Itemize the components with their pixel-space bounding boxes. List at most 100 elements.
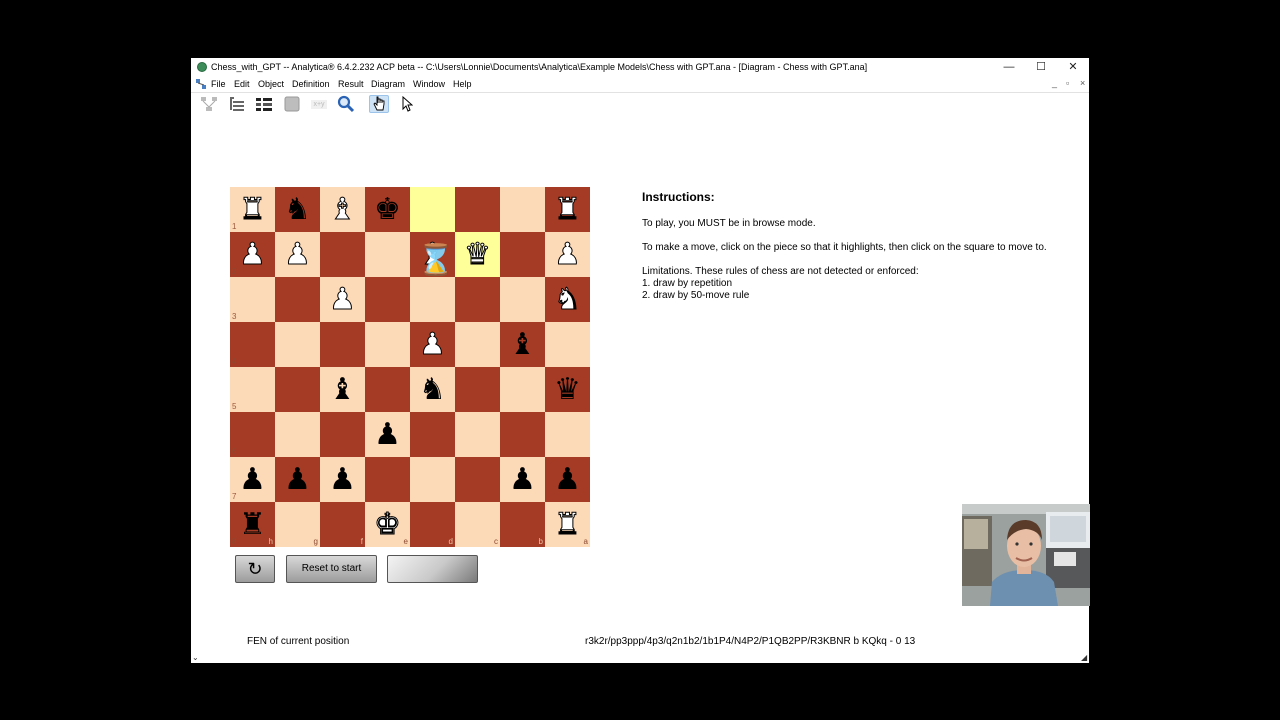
hierarchy-icon[interactable] <box>199 95 219 113</box>
board-square[interactable] <box>455 277 500 322</box>
board-square[interactable]: ♝ <box>500 322 545 367</box>
board-square[interactable]: ♞ <box>275 187 320 232</box>
reset-to-start-button[interactable]: Reset to start <box>286 555 377 583</box>
board-square[interactable]: ♞ <box>545 277 590 322</box>
board-square[interactable]: c <box>455 502 500 547</box>
board-square[interactable] <box>275 412 320 457</box>
undo-move-button[interactable]: ↻ <box>235 555 275 583</box>
chess-piece[interactable]: ♟ <box>365 412 410 457</box>
maximize-window-button[interactable]: ☐ <box>1025 58 1057 76</box>
board-square[interactable]: ♟ <box>275 232 320 277</box>
mdi-restore-button[interactable]: ▫ <box>1066 78 1069 88</box>
board-square[interactable] <box>320 232 365 277</box>
board-square[interactable] <box>275 277 320 322</box>
board-square[interactable]: ♟ <box>545 232 590 277</box>
board-square[interactable] <box>500 277 545 322</box>
chess-piece[interactable]: ♟ <box>500 457 545 502</box>
chess-piece[interactable]: ♚ <box>365 187 410 232</box>
board-square[interactable]: b <box>500 502 545 547</box>
board-square[interactable]: ♚ e <box>365 502 410 547</box>
board-square[interactable] <box>500 232 545 277</box>
board-square[interactable]: ♜ 1 <box>230 187 275 232</box>
chess-piece[interactable]: ♟ <box>230 457 275 502</box>
board-square[interactable]: ♜ <box>545 187 590 232</box>
minimize-window-button[interactable]: — <box>993 58 1025 76</box>
chess-piece[interactable]: ♟ <box>545 457 590 502</box>
chess-piece[interactable]: ♟ <box>275 457 320 502</box>
board-square[interactable] <box>455 412 500 457</box>
chess-piece[interactable]: ♝ <box>320 187 365 232</box>
board-square[interactable]: 6 <box>230 412 275 457</box>
menu-edit[interactable]: Edit <box>234 79 250 89</box>
formula-icon[interactable]: x+y <box>309 95 329 113</box>
menu-help[interactable]: Help <box>453 79 472 89</box>
board-square[interactable] <box>275 367 320 412</box>
outline-icon[interactable] <box>227 95 247 113</box>
board-square[interactable] <box>410 187 455 232</box>
board-square[interactable]: ♟ 2 <box>230 232 275 277</box>
board-square[interactable] <box>275 322 320 367</box>
chess-piece[interactable]: ♝ <box>320 367 365 412</box>
board-square[interactable]: ♛ <box>455 232 500 277</box>
board-square[interactable]: ♟ <box>320 277 365 322</box>
menu-result[interactable]: Result <box>338 79 364 89</box>
board-square[interactable]: d <box>410 502 455 547</box>
board-square[interactable]: ♟ <box>365 412 410 457</box>
board-square[interactable]: f <box>320 502 365 547</box>
chess-piece[interactable]: ♞ <box>545 277 590 322</box>
menu-object[interactable]: Object <box>258 79 284 89</box>
board-square[interactable]: ♝ <box>320 187 365 232</box>
chess-piece[interactable]: ♞ <box>410 367 455 412</box>
chess-piece[interactable]: ♜ <box>545 187 590 232</box>
pointer-icon[interactable] <box>397 95 417 113</box>
mdi-minimize-button[interactable]: _ <box>1052 78 1057 88</box>
chess-piece[interactable]: ♜ <box>230 187 275 232</box>
chess-piece[interactable]: ♛ <box>455 232 500 277</box>
board-square[interactable] <box>500 412 545 457</box>
board-square[interactable]: ♜ 8 h <box>230 502 275 547</box>
board-square[interactable] <box>365 232 410 277</box>
board-square[interactable]: ♟ <box>545 457 590 502</box>
board-square[interactable]: ♛ <box>545 367 590 412</box>
chess-piece[interactable]: ♟ <box>320 277 365 322</box>
mdi-close-button[interactable]: × <box>1080 78 1085 88</box>
board-square[interactable]: g <box>275 502 320 547</box>
menu-window[interactable]: Window <box>413 79 445 89</box>
chess-piece[interactable]: ♞ <box>275 187 320 232</box>
board-square[interactable]: ♟ 7 <box>230 457 275 502</box>
board-square[interactable] <box>500 187 545 232</box>
chess-piece[interactable]: ♝ <box>500 322 545 367</box>
menu-definition[interactable]: Definition <box>292 79 330 89</box>
board-square[interactable] <box>455 457 500 502</box>
hand-icon[interactable] <box>369 95 389 113</box>
board-square[interactable]: ♟ <box>500 457 545 502</box>
board-square[interactable] <box>365 457 410 502</box>
chess-piece[interactable]: ♟ <box>545 232 590 277</box>
board-square[interactable]: ♜ a <box>545 502 590 547</box>
board-square[interactable]: ♟ <box>320 457 365 502</box>
chess-piece[interactable]: ♟ <box>410 322 455 367</box>
board-square[interactable]: ♟ <box>410 322 455 367</box>
board-square[interactable] <box>455 187 500 232</box>
board-square[interactable] <box>545 322 590 367</box>
magnifier-icon[interactable] <box>336 95 356 113</box>
board-square[interactable] <box>455 367 500 412</box>
board-square[interactable] <box>500 367 545 412</box>
board-square[interactable]: 5 <box>230 367 275 412</box>
board-square[interactable]: ♞ <box>410 367 455 412</box>
menu-diagram[interactable]: Diagram <box>371 79 405 89</box>
board-square[interactable]: ♟ <box>275 457 320 502</box>
board-square[interactable]: 4 <box>230 322 275 367</box>
menu-file[interactable]: File <box>211 79 226 89</box>
list-icon[interactable] <box>254 95 274 113</box>
board-square[interactable] <box>455 322 500 367</box>
close-window-button[interactable]: ✕ <box>1057 58 1089 76</box>
board-square[interactable] <box>545 412 590 457</box>
board-square[interactable]: ♚ <box>365 187 410 232</box>
board-square[interactable] <box>320 412 365 457</box>
board-square[interactable] <box>365 367 410 412</box>
board-square[interactable] <box>365 322 410 367</box>
chess-piece[interactable]: ♛ <box>545 367 590 412</box>
board-square[interactable] <box>410 277 455 322</box>
board-square[interactable] <box>410 457 455 502</box>
